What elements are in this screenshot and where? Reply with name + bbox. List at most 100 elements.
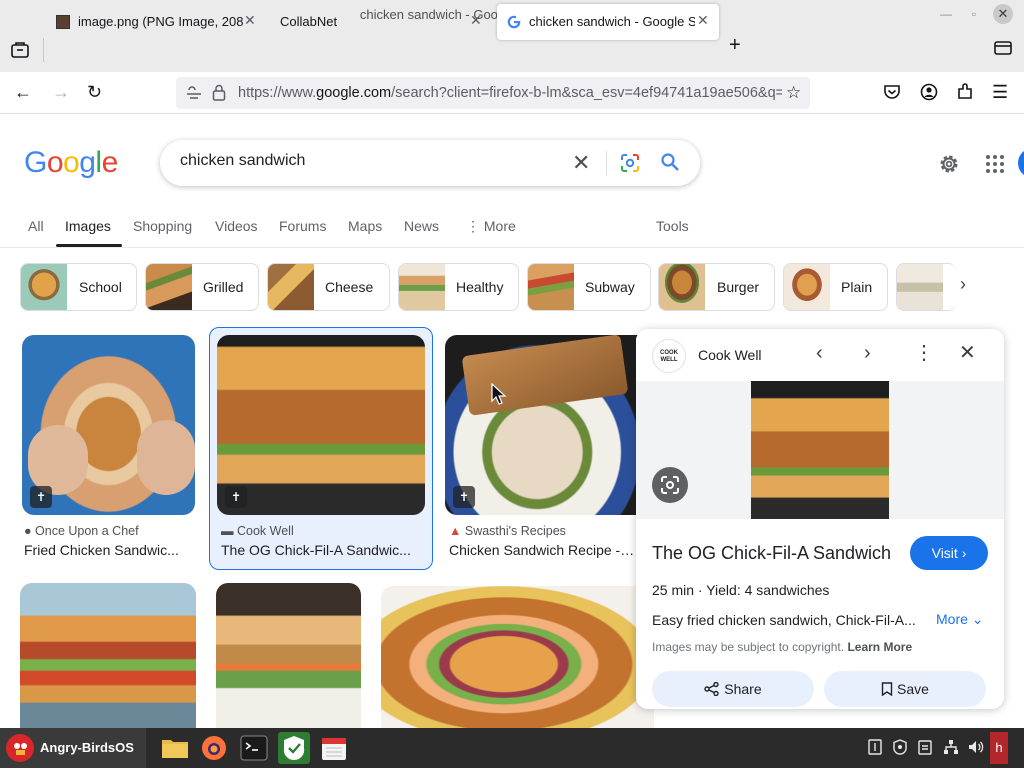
result-image-4[interactable] (20, 583, 196, 728)
image-detail-panel: COOK WELL Cook Well ‹ › ⋮ ✕ The OG Chick… (636, 329, 1004, 709)
panel-title[interactable]: The OG Chick-Fil-A Sandwich (652, 543, 891, 564)
lock-icon[interactable] (212, 84, 226, 106)
vpn-shield-icon[interactable] (278, 732, 310, 764)
tab-shopping[interactable]: Shopping (133, 218, 192, 234)
clipboard-icon[interactable] (918, 739, 932, 758)
back-icon[interactable]: ← (14, 82, 32, 102)
lens-search-button[interactable] (652, 467, 688, 503)
close-window-button[interactable]: ✕ (993, 4, 1013, 24)
result-source[interactable]: ▬ Cook Well (221, 524, 294, 538)
chips-next-icon[interactable]: › (960, 274, 966, 295)
panel-preview-image[interactable] (751, 381, 889, 519)
tab-label: chicken sandwich - Google S (529, 14, 695, 29)
save-button[interactable]: Save (824, 671, 986, 707)
result-image-6[interactable] (381, 586, 654, 728)
learn-more-link[interactable]: Learn More (847, 640, 912, 654)
url-text[interactable]: https://www.google.com/search?client=fir… (238, 85, 782, 101)
network-icon[interactable] (943, 739, 959, 758)
close-tab-icon[interactable]: ✕ (470, 12, 482, 29)
tab-more[interactable]: ⋮ More (466, 218, 516, 235)
more-link[interactable]: More ⌄ (936, 611, 984, 628)
tab-all[interactable]: All (28, 218, 44, 234)
result-title[interactable]: Fried Chicken Sandwic... (24, 542, 192, 558)
start-menu-button[interactable]: Angry-BirdsOS (0, 728, 146, 768)
forward-icon[interactable]: → (52, 82, 70, 102)
result-title[interactable]: Chicken Sandwich Recipe - ... (449, 542, 635, 558)
account-avatar[interactable] (1018, 148, 1024, 178)
chip-subway[interactable]: Subway (527, 263, 651, 311)
google-lens-icon[interactable] (620, 153, 640, 178)
angry-bird-logo-icon (6, 734, 34, 762)
chip-school[interactable]: School (20, 263, 137, 311)
search-type-tabs: All Images Shopping Videos Forums Maps N… (0, 208, 1024, 248)
chip-plain[interactable]: Plain (783, 263, 888, 311)
security-shield-icon[interactable] (892, 739, 908, 758)
tab-google-search[interactable]: chicken sandwich - Google S ✕ (497, 4, 719, 40)
chip-partial[interactable] (896, 263, 956, 311)
hand-shape (28, 425, 88, 495)
tab-image-png[interactable]: image.png (PNG Image, 208 ✕ (46, 4, 264, 40)
close-tab-icon[interactable]: ✕ (244, 12, 256, 29)
google-apps-icon[interactable] (985, 154, 1005, 179)
tab-maps[interactable]: Maps (348, 218, 382, 234)
maximize-button[interactable]: ▫ (964, 4, 984, 24)
pocket-icon[interactable] (883, 84, 901, 105)
search-icon[interactable] (660, 152, 680, 177)
url-bar[interactable]: https://www.google.com/search?client=fir… (176, 77, 810, 109)
chip-healthy[interactable]: Healthy (398, 263, 519, 311)
recipe-utensils-icon: ✝ (30, 486, 52, 508)
tab-forums[interactable]: Forums (279, 218, 326, 234)
panel-site-name[interactable]: Cook Well (698, 347, 762, 363)
bookmark-star-icon[interactable]: ☆ (786, 83, 801, 103)
recipe-description: Easy fried chicken sandwich, Chick-Fil-A… (652, 612, 916, 628)
calendar-icon[interactable] (318, 732, 350, 764)
bookmark-icon (881, 682, 893, 697)
site-logo[interactable]: COOK WELL (652, 339, 686, 373)
chip-burger[interactable]: Burger (658, 263, 775, 311)
result-source[interactable]: ▲ Swasthi's Recipes (449, 524, 566, 538)
share-button[interactable]: Share (652, 671, 814, 707)
tab-images[interactable]: Images (65, 218, 111, 234)
account-icon[interactable] (920, 83, 938, 106)
recipe-meta: 25 min · Yield: 4 sandwiches (652, 582, 830, 598)
volume-icon[interactable] (968, 739, 984, 758)
list-all-tabs-icon[interactable] (994, 41, 1012, 60)
close-panel-icon[interactable]: ✕ (959, 343, 976, 363)
tab-videos[interactable]: Videos (215, 218, 258, 234)
reload-icon[interactable]: ↻ (87, 82, 102, 102)
result-source[interactable]: ● Once Upon a Chef (24, 524, 139, 538)
file-manager-icon[interactable] (159, 732, 191, 764)
clear-search-icon[interactable]: ✕ (572, 150, 590, 176)
terminal-icon[interactable] (238, 732, 270, 764)
visit-button[interactable]: Visit › (910, 536, 988, 570)
previous-icon[interactable]: ‹ (816, 343, 823, 363)
firefox-view-icon[interactable] (11, 42, 29, 63)
more-options-icon[interactable]: ⋮ (914, 343, 934, 363)
result-image-1[interactable]: ✝ (22, 335, 195, 515)
tracking-protection-icon[interactable] (186, 85, 202, 106)
menu-icon[interactable]: ☰ (992, 82, 1008, 103)
result-title[interactable]: The OG Chick-Fil-A Sandwic... (221, 542, 423, 558)
google-logo[interactable]: Google (24, 146, 118, 180)
result-image-5[interactable] (216, 583, 361, 728)
firefox-icon[interactable] (198, 732, 230, 764)
settings-gear-icon[interactable] (937, 152, 961, 181)
chip-grilled[interactable]: Grilled (145, 263, 259, 311)
result-image-3[interactable]: ✝ (445, 335, 650, 515)
extensions-icon[interactable] (956, 83, 974, 106)
keyboard-layout-icon[interactable] (868, 739, 882, 758)
tab-tools[interactable]: Tools (656, 218, 689, 234)
result-image-2[interactable]: ✝ (217, 335, 425, 515)
minimize-button[interactable]: — (936, 4, 956, 24)
tab-separator (43, 38, 44, 62)
chip-cheese[interactable]: Cheese (267, 263, 390, 311)
new-tab-button[interactable]: + (729, 34, 741, 57)
next-icon[interactable]: › (864, 343, 871, 363)
tab-collabnet[interactable]: CollabNet ✕ (270, 4, 492, 40)
user-session-button[interactable]: h (990, 732, 1008, 764)
chip-thumbnail (268, 264, 314, 310)
tab-news[interactable]: News (404, 218, 439, 234)
search-input[interactable] (180, 152, 560, 170)
close-tab-icon[interactable]: ✕ (697, 12, 709, 29)
mouse-cursor (491, 382, 507, 410)
